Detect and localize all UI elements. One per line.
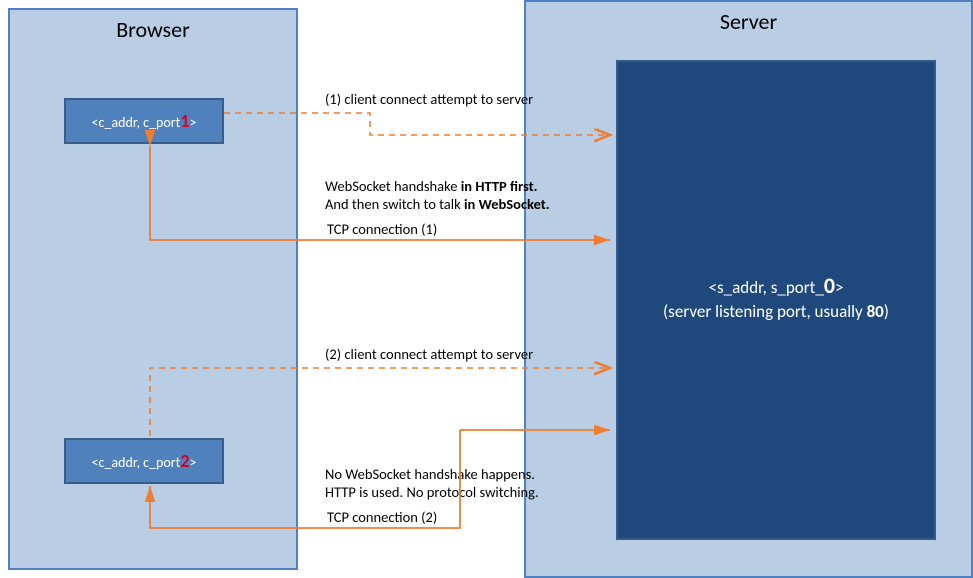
server-line2-bold: 80 — [867, 301, 884, 322]
client1-addr: <c_addr, c_port — [92, 114, 181, 131]
browser-title: Browser — [10, 16, 296, 43]
nows-b: HTTP is used. No protocol switching. — [325, 483, 539, 501]
annotation-tcp2: TCP connection (2) — [327, 508, 437, 526]
server-text: <s_addr, s_port_0> (server listening por… — [618, 272, 934, 322]
server-line1-zero: 0 — [824, 272, 835, 299]
client2-suffix: > — [189, 454, 196, 471]
server-line2-prefix: (server listening port, usually — [663, 301, 867, 322]
ws-a: WebSocket handshake — [325, 177, 461, 195]
annotation-attempt1: (1) client connect attempt to server — [325, 90, 533, 108]
server-inner-box: <s_addr, s_port_0> (server listening por… — [616, 60, 936, 540]
annotation-websocket: WebSocket handshake in HTTP first. And t… — [325, 177, 550, 213]
annotation-tcp1: TCP connection (1) — [327, 220, 437, 238]
server-title: Server — [526, 8, 971, 35]
annotation-attempt2: (2) client connect attempt to server — [325, 345, 533, 363]
ws-a-bold: in HTTP first. — [461, 177, 538, 195]
browser-panel: Browser — [8, 8, 298, 570]
server-line2-suffix: ) — [884, 301, 889, 322]
client1-suffix: > — [189, 114, 196, 131]
ws-b: And then switch to talk — [325, 195, 464, 213]
nows-a: No WebSocket handshake happens. — [325, 465, 535, 483]
client-box-1: <c_addr, c_port1> — [64, 98, 224, 144]
ws-b-bold: in WebSocket. — [464, 195, 550, 213]
client-box-2: <c_addr, c_port2> — [64, 438, 224, 484]
client2-addr: <c_addr, c_port — [92, 454, 181, 471]
annotation-no-websocket: No WebSocket handshake happens. HTTP is … — [325, 465, 539, 501]
server-line1-prefix: <s_addr, s_port_ — [709, 277, 824, 298]
server-line1-suffix: > — [835, 277, 843, 298]
